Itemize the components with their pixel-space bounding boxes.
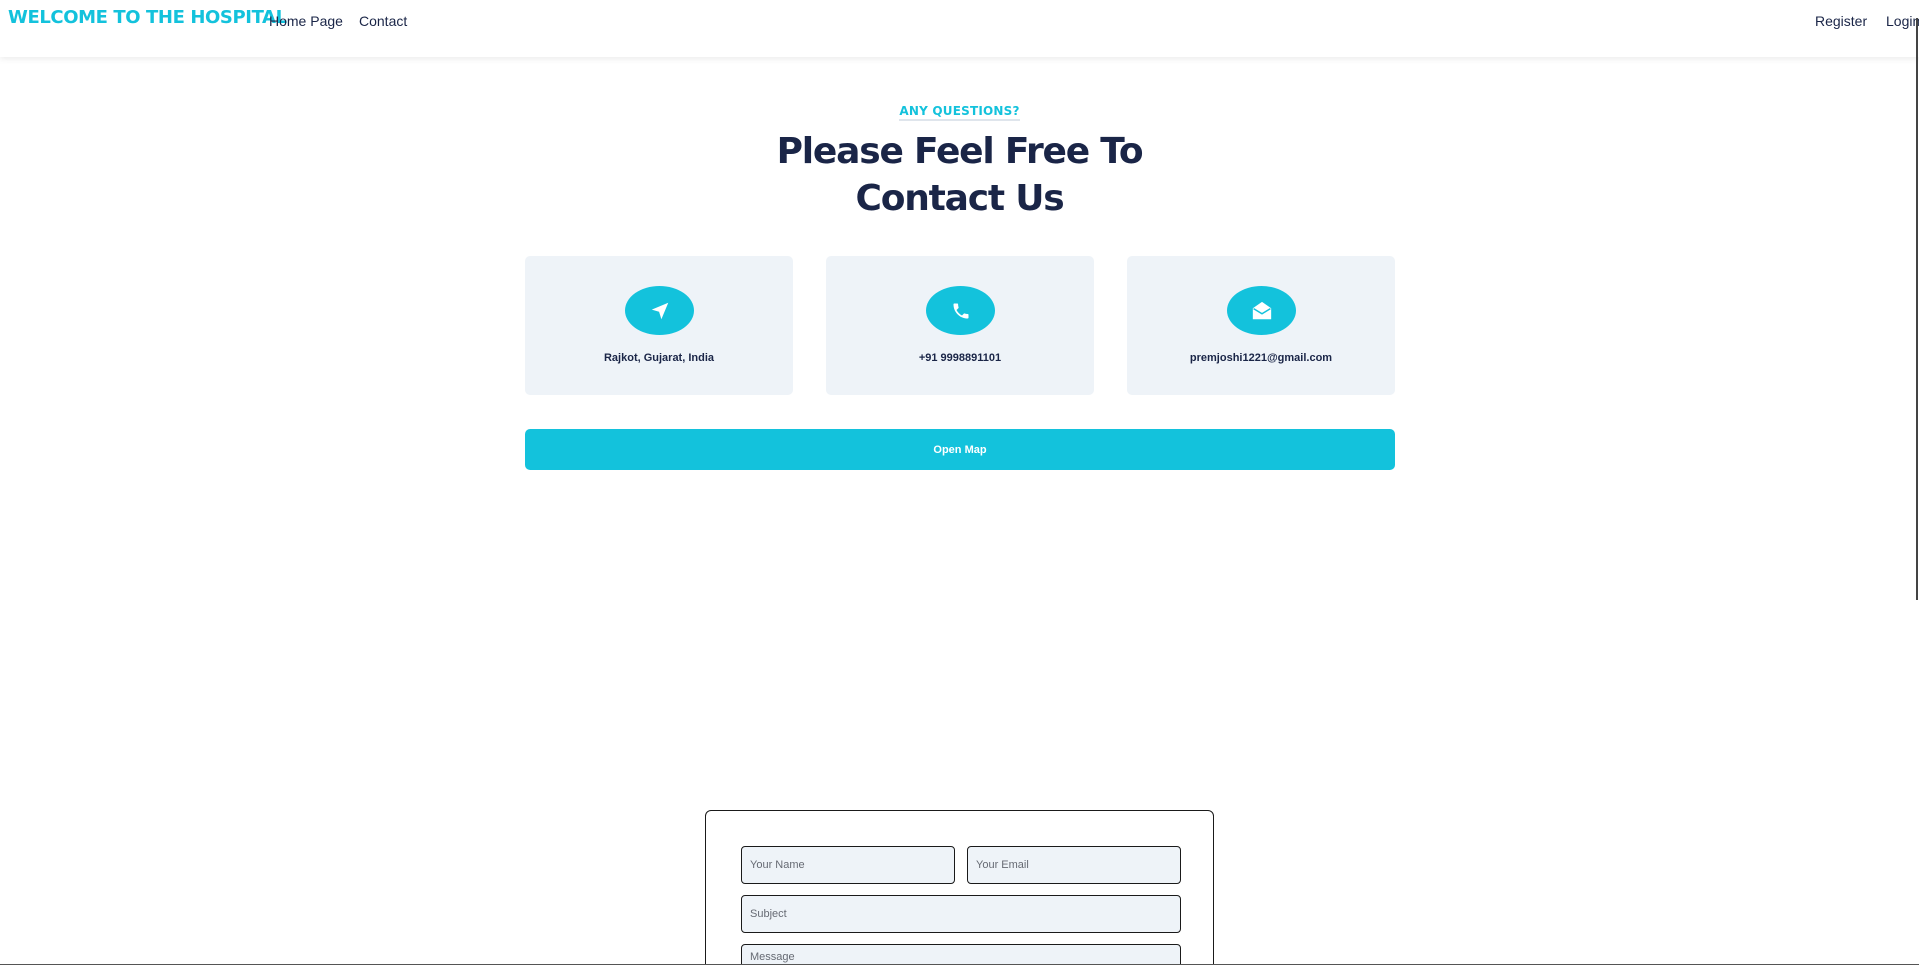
address-text: Rajkot, Gujarat, India: [603, 352, 715, 364]
address-card: Rajkot, Gujarat, India: [525, 256, 793, 395]
email-text: premjoshi1221@gmail.com: [1189, 352, 1333, 364]
email-input[interactable]: [967, 846, 1181, 884]
envelope-open-icon: [1227, 286, 1296, 335]
contact-form: [705, 810, 1214, 965]
open-map-button[interactable]: Open Map: [525, 429, 1395, 470]
phone-icon: [926, 286, 995, 335]
email-card: premjoshi1221@gmail.com: [1127, 256, 1395, 395]
title-line-2: Contact Us: [855, 178, 1064, 219]
phone-card: +91 9998891101: [826, 256, 1094, 395]
nav-login-link[interactable]: Login: [1886, 13, 1919, 29]
brand-title[interactable]: WELCOME TO THE HOSPITAL: [8, 7, 287, 28]
name-input[interactable]: [741, 846, 955, 884]
message-textarea[interactable]: [741, 944, 1181, 965]
phone-text: +91 9998891101: [918, 352, 1002, 364]
location-arrow-icon: [625, 286, 694, 335]
nav-contact-link[interactable]: Contact: [359, 13, 407, 29]
section-kicker: ANY QUESTIONS?: [0, 104, 1919, 121]
title-line-1: Please Feel Free To: [776, 131, 1144, 172]
page-title: Please Feel Free To Contact Us: [0, 128, 1919, 222]
subject-input[interactable]: [741, 895, 1181, 933]
nav-register-link[interactable]: Register: [1815, 13, 1867, 29]
nav-home-link[interactable]: Home Page: [269, 13, 343, 29]
kicker-text: ANY QUESTIONS?: [899, 104, 1020, 121]
top-navbar: WELCOME TO THE HOSPITAL Home Page Contac…: [0, 0, 1919, 57]
